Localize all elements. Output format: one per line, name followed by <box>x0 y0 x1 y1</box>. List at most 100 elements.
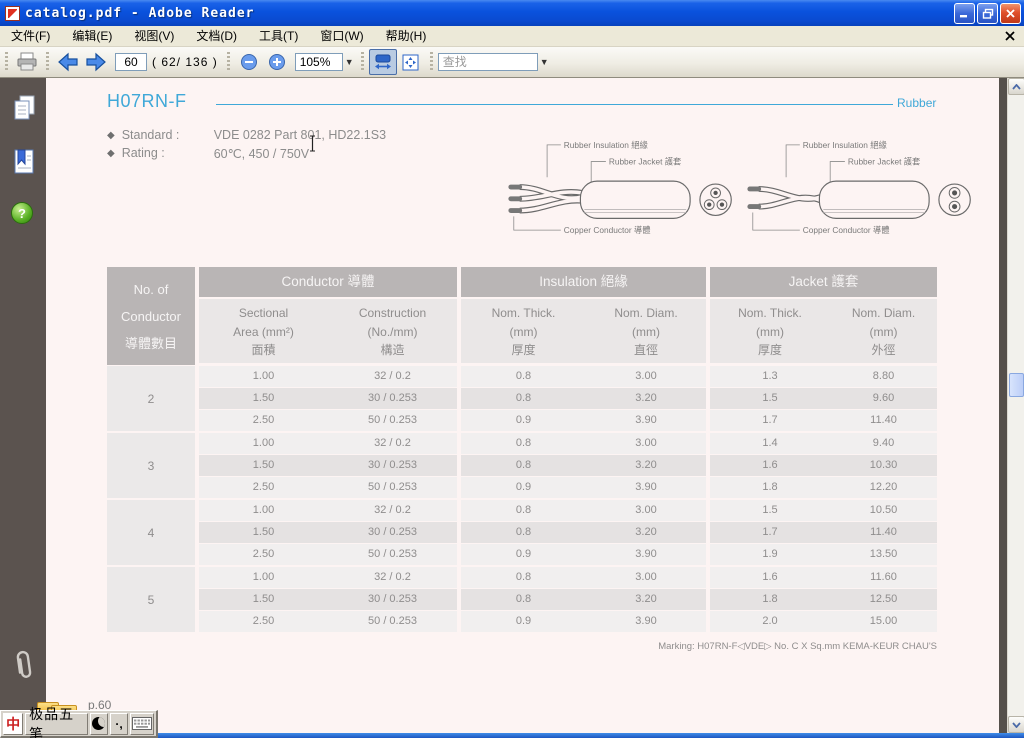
close-button[interactable] <box>1000 3 1021 24</box>
cell-value: 12.50 <box>830 589 937 610</box>
cell-value: 0.9 <box>461 410 586 431</box>
bookmarks-panel-button[interactable] <box>11 148 37 181</box>
fit-width-icon <box>374 54 392 71</box>
toolbar-grip[interactable] <box>430 52 433 72</box>
toolbar-grip[interactable] <box>5 52 8 72</box>
table-row: 1.0032 / 0.20.83.001.38.80 <box>199 366 937 387</box>
bookmarks-icon <box>11 148 37 176</box>
forward-arrow-icon <box>84 51 108 73</box>
table-row: 2.5050 / 0.2530.93.901.913.50 <box>199 544 937 565</box>
fit-page-icon <box>402 54 419 71</box>
table-cell: 0.83.00 <box>461 500 706 521</box>
table-cell: 1.812.50 <box>710 589 937 610</box>
cell-value: 3.20 <box>586 388 706 409</box>
ime-punctuation-button[interactable]: ·, <box>110 713 128 735</box>
cell-value: 0.8 <box>461 500 586 521</box>
cell-value: 1.6 <box>710 455 830 476</box>
table-row: 1.0032 / 0.20.83.001.611.60 <box>199 567 937 588</box>
fit-width-button[interactable] <box>369 49 397 75</box>
restore-button[interactable] <box>977 3 998 24</box>
cell-value: 0.8 <box>461 522 586 543</box>
cell-value: 10.50 <box>830 500 937 521</box>
cell-value: 3.90 <box>586 477 706 498</box>
rating-row: ◆ Rating : 60℃, 450 / 750V <box>107 146 309 162</box>
table-cell: 1.0032 / 0.2 <box>199 500 457 521</box>
print-button[interactable] <box>13 49 41 75</box>
table-cell: 1.5030 / 0.253 <box>199 388 457 409</box>
menu-help[interactable]: 帮助(H) <box>375 26 438 47</box>
table-cell: 1.510.50 <box>710 500 937 521</box>
menu-document[interactable]: 文档(D) <box>185 26 248 47</box>
zoom-out-button[interactable] <box>235 49 263 75</box>
page-number-input[interactable] <box>115 53 147 71</box>
table-row-group: 31.0032 / 0.20.83.001.49.401.5030 / 0.25… <box>107 433 937 498</box>
header-insulation-thickness: Nom. Thick.(mm)厚度 <box>461 299 586 363</box>
table-row-set: 1.0032 / 0.20.83.001.510.50 1.5030 / 0.25… <box>199 500 937 565</box>
toolbar-grip[interactable] <box>361 52 364 72</box>
spec-table: No. of Conductor 導體數目 Conductor 導體 Secti… <box>107 267 937 634</box>
minimize-button[interactable] <box>954 3 975 24</box>
menu-tools[interactable]: 工具(T) <box>248 26 309 47</box>
table-cell: 1.711.40 <box>710 410 937 431</box>
scroll-up-button[interactable] <box>1008 78 1024 95</box>
zoom-in-button[interactable] <box>263 49 291 75</box>
paperclip-icon <box>11 648 37 682</box>
menu-edit[interactable]: 编辑(E) <box>61 26 123 47</box>
menu-window[interactable]: 窗口(W) <box>309 26 374 47</box>
cell-value: 1.50 <box>199 522 328 543</box>
cell-value: 50 / 0.253 <box>328 477 457 498</box>
table-cell: 0.83.00 <box>461 567 706 588</box>
vertical-scrollbar[interactable] <box>1007 78 1024 733</box>
find-dropdown-arrow[interactable]: ▼ <box>538 53 551 71</box>
close-document-button[interactable] <box>1002 28 1018 44</box>
table-cell: 2.5050 / 0.253 <box>199 477 457 498</box>
title-bar: catalog.pdf - Adobe Reader <box>0 0 1024 26</box>
diamond-bullet-icon: ◆ <box>107 128 115 144</box>
menu-file[interactable]: 文件(F) <box>0 26 61 47</box>
table-row: 1.0032 / 0.20.83.001.49.40 <box>199 433 937 454</box>
table-cell: 0.93.90 <box>461 477 706 498</box>
toolbar-grip[interactable] <box>227 52 230 72</box>
close-x-icon <box>1005 31 1015 41</box>
table-cell: 1.5030 / 0.253 <box>199 522 457 543</box>
cell-value: 0.9 <box>461 477 586 498</box>
scroll-down-button[interactable] <box>1008 716 1024 733</box>
chevron-down-icon <box>1012 722 1021 728</box>
cell-value: 1.00 <box>199 567 328 588</box>
cell-value: 30 / 0.253 <box>328 388 457 409</box>
table-cell: 0.93.90 <box>461 544 706 565</box>
ime-language-button[interactable]: 中 <box>3 713 23 735</box>
previous-view-button[interactable] <box>54 49 82 75</box>
cell-value: 32 / 0.2 <box>328 366 457 387</box>
table-cell: 1.0032 / 0.2 <box>199 366 457 387</box>
howto-help-button[interactable]: ? <box>11 202 33 224</box>
header-group-conductor: Conductor 導體 SectionalArea (mm²)面積 Const… <box>199 267 457 365</box>
ime-softkeyboard-button[interactable] <box>130 713 154 735</box>
toolbar-grip[interactable] <box>46 52 49 72</box>
conductor-count-cell: 3 <box>107 433 195 498</box>
cell-value: 3.90 <box>586 544 706 565</box>
cable-diagram-3core: Rubber Insulation 絕緣 Rubber Jacket 護套 Co… <box>504 133 744 243</box>
cell-value: 1.50 <box>199 388 328 409</box>
table-cell: 1.49.40 <box>710 433 937 454</box>
standard-value: VDE 0282 Part 801, HD22.1S3 <box>214 128 386 144</box>
scrollbar-thumb[interactable] <box>1009 373 1024 397</box>
next-view-button[interactable] <box>82 49 110 75</box>
pages-panel-button[interactable] <box>11 94 37 127</box>
rating-value: 60℃, 450 / 750V <box>214 146 309 162</box>
zoom-level-input[interactable] <box>295 53 343 71</box>
menu-view[interactable]: 视图(V) <box>123 26 185 47</box>
ime-fullwidth-button[interactable] <box>90 713 108 735</box>
cell-value: 10.30 <box>830 455 937 476</box>
attachments-panel-button[interactable] <box>11 648 37 687</box>
find-input[interactable] <box>438 53 538 71</box>
table-row-group: 41.0032 / 0.20.83.001.510.501.5030 / 0.2… <box>107 500 937 565</box>
table-cell: 1.59.60 <box>710 388 937 409</box>
zoom-dropdown-arrow[interactable]: ▼ <box>343 53 356 71</box>
ime-name-button[interactable]: 极品五笔 <box>25 713 87 735</box>
fit-page-button[interactable] <box>397 49 425 75</box>
cell-value: 0.9 <box>461 544 586 565</box>
header-no-of-conductor: No. of Conductor 導體數目 <box>107 267 195 365</box>
table-row: 1.5030 / 0.2530.83.201.812.50 <box>199 589 937 610</box>
title-rule <box>216 104 893 105</box>
